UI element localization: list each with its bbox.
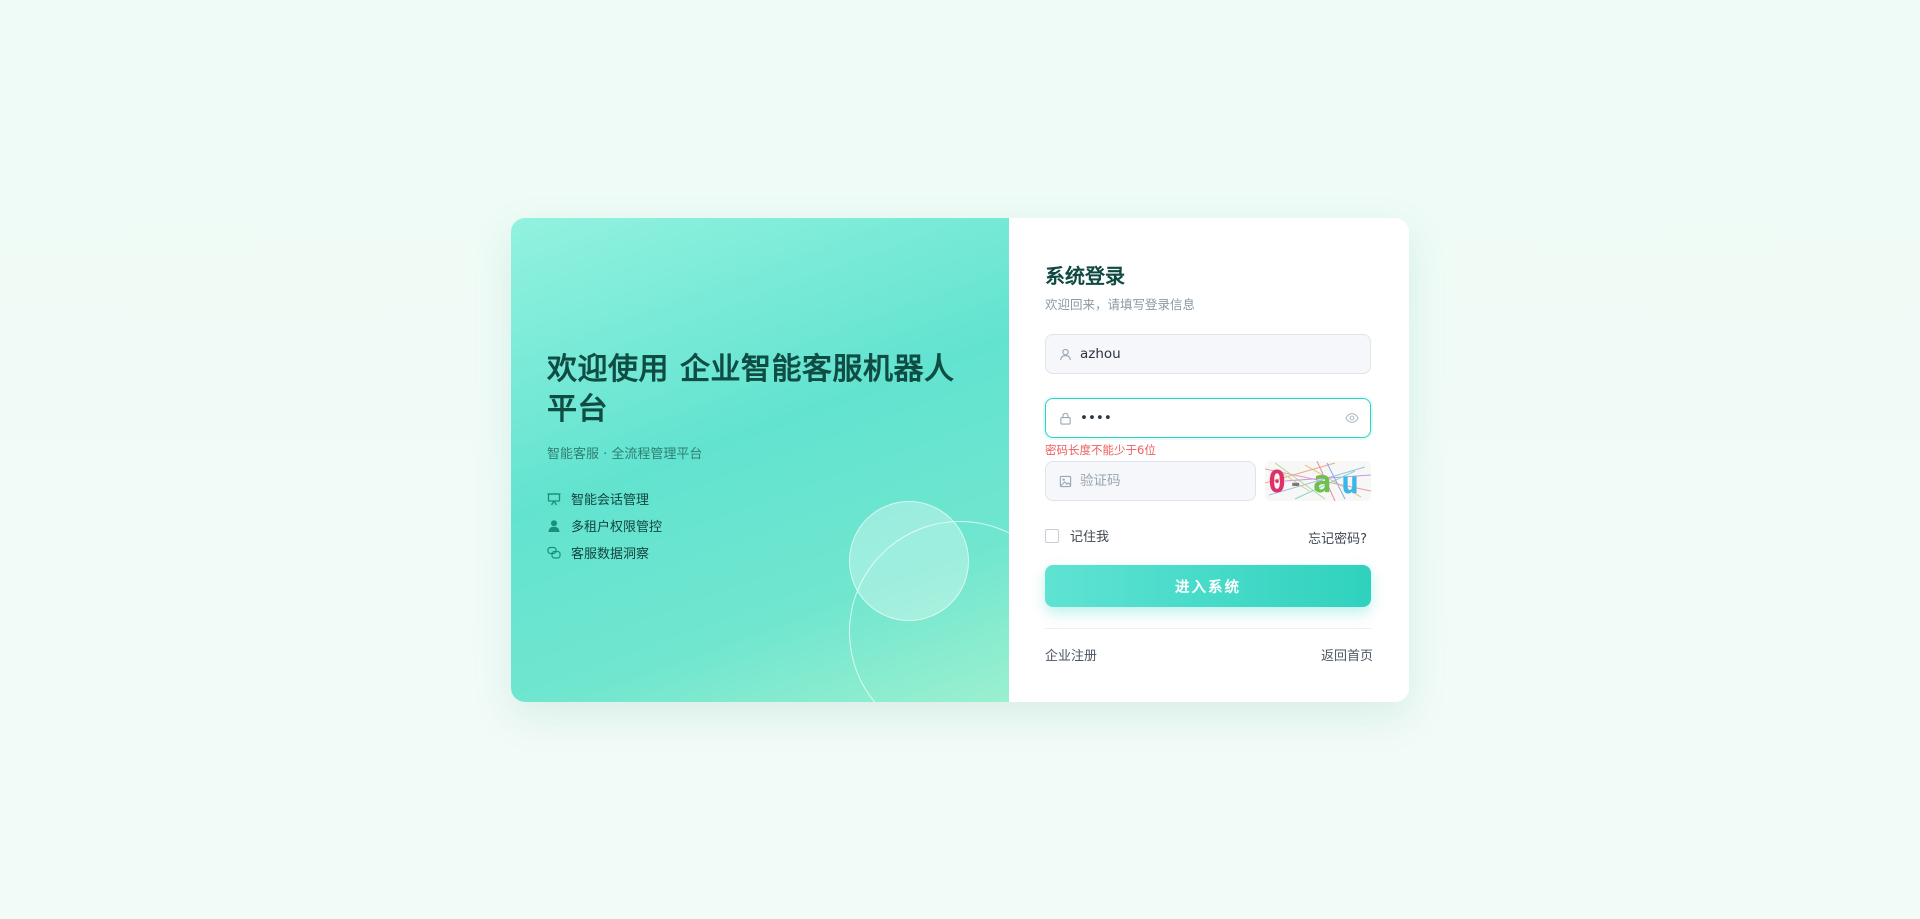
- feature-label: 客服数据洞察: [571, 547, 650, 562]
- feature-label: 多租户权限管控: [571, 520, 663, 535]
- remember-label: 记住我: [1070, 530, 1110, 545]
- chat-bubbles-icon: [547, 546, 561, 560]
- forgot-password-link[interactable]: 忘记密码?: [1308, 528, 1367, 547]
- hero-title: 欢迎使用 企业智能客服机器人平台: [547, 352, 955, 427]
- feature-item: 智能会话管理: [547, 485, 662, 512]
- login-card: 欢迎使用 企业智能客服机器人平台 智能客服 · 全流程管理平台 智能会话管理 多…: [511, 218, 1409, 702]
- login-title: 系统登录: [1045, 264, 1125, 288]
- password-field[interactable]: [1045, 398, 1371, 438]
- image-icon: [1058, 474, 1072, 488]
- user-icon: [547, 519, 561, 533]
- login-button[interactable]: 进入系统: [1045, 565, 1371, 607]
- captcha-code: 0 - a u: [1265, 461, 1371, 501]
- feature-item: 多租户权限管控: [547, 512, 662, 539]
- chalkboard-icon: [547, 492, 561, 506]
- username-field[interactable]: [1045, 334, 1371, 374]
- lock-icon: [1058, 411, 1072, 425]
- remember-checkbox[interactable]: [1045, 528, 1059, 543]
- svg-text:u: u: [1341, 466, 1359, 501]
- user-icon: [1058, 347, 1072, 361]
- password-error: 密码长度不能少于6位: [1045, 443, 1156, 457]
- feature-item: 客服数据洞察: [547, 539, 662, 566]
- username-input[interactable]: [1080, 346, 1370, 362]
- remember-me[interactable]: 记住我: [1045, 526, 1109, 545]
- captcha-image[interactable]: 0 - a u: [1265, 461, 1371, 501]
- svg-text:a: a: [1313, 465, 1331, 500]
- login-form: 系统登录 欢迎回来，请填写登录信息 azhou •••• 密码长度不能少于6位 …: [1009, 218, 1409, 702]
- register-link[interactable]: 企业注册: [1045, 645, 1097, 664]
- captcha-field[interactable]: [1045, 461, 1256, 501]
- hero-panel: 欢迎使用 企业智能客服机器人平台 智能客服 · 全流程管理平台 智能会话管理 多…: [511, 218, 1009, 702]
- divider: [1045, 628, 1371, 629]
- home-link[interactable]: 返回首页: [1321, 645, 1373, 664]
- hero-subtitle: 智能客服 · 全流程管理平台: [547, 447, 703, 462]
- svg-text:-: -: [1289, 472, 1302, 497]
- captcha-input[interactable]: [1080, 473, 1255, 489]
- svg-text:0: 0: [1268, 465, 1286, 500]
- feature-label: 智能会话管理: [571, 493, 650, 508]
- eye-icon[interactable]: [1344, 410, 1360, 426]
- password-input[interactable]: [1080, 410, 1344, 426]
- feature-list: 智能会话管理 多租户权限管控 客服数据洞察: [547, 485, 662, 566]
- login-subtitle: 欢迎回来，请填写登录信息: [1045, 297, 1196, 312]
